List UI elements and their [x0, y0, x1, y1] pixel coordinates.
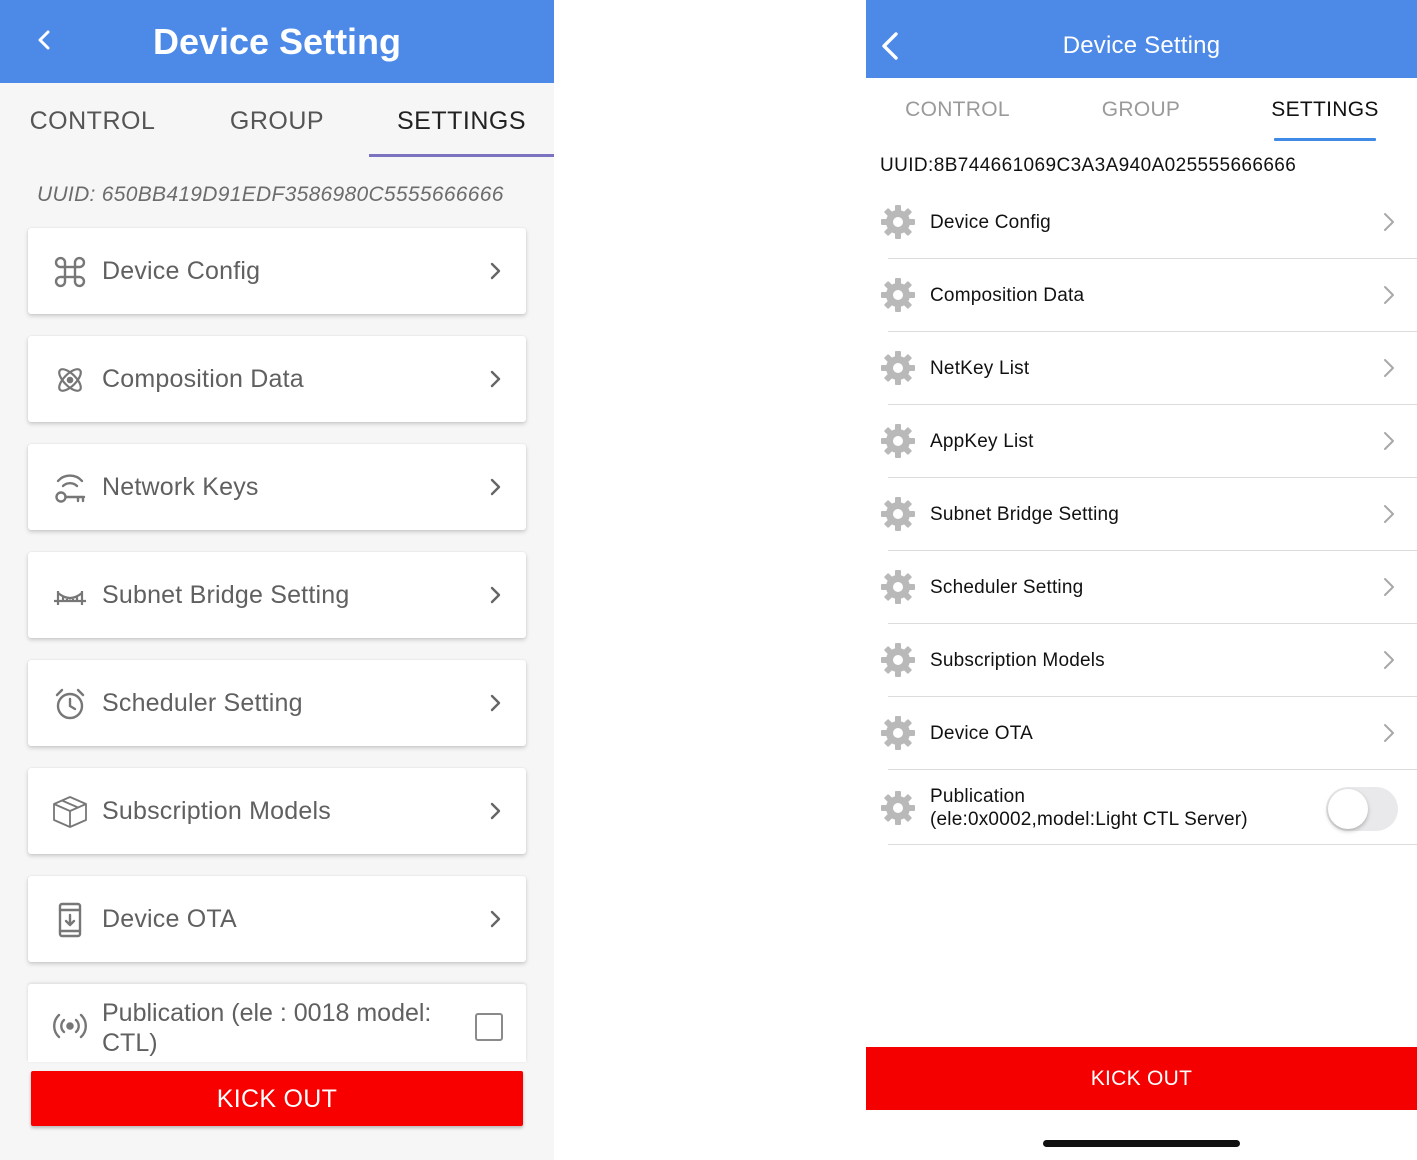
kick-out-button[interactable]: KICK OUT — [31, 1071, 523, 1126]
chevron-right-icon — [1384, 578, 1394, 596]
chevron-right-icon — [1384, 724, 1394, 742]
active-tab-indicator — [1274, 138, 1376, 141]
chevron-right-icon — [1384, 651, 1394, 669]
composition-data-item[interactable]: Composition Data — [866, 259, 1417, 332]
device-config-item[interactable]: Device Config — [866, 186, 1417, 259]
item-label: Scheduler Setting — [930, 577, 1084, 598]
item-label: Composition Data — [930, 285, 1085, 306]
kick-out-button[interactable]: KICK OUT — [866, 1047, 1417, 1110]
page-title: Device Setting — [152, 21, 402, 62]
subscription-models-item[interactable]: Subscription Models — [28, 768, 526, 854]
tab-settings[interactable]: SETTINGS — [369, 83, 554, 157]
item-label: Subnet Bridge Setting — [930, 504, 1120, 525]
active-tab-indicator — [369, 154, 554, 157]
chevron-left-icon — [882, 32, 898, 60]
item-label: Device Config — [930, 212, 1051, 233]
chevron-right-icon — [1384, 432, 1394, 450]
publication-item[interactable]: Publication (ele : 0018 model: CTL) — [28, 984, 526, 1062]
device-ota-item[interactable]: Device OTA — [866, 697, 1417, 770]
toggle-knob — [1328, 789, 1368, 829]
gear-icon — [881, 205, 915, 239]
app-bar: Device Setting — [0, 0, 554, 83]
row-divider — [888, 844, 1417, 845]
gear-icon — [881, 278, 915, 312]
chevron-right-icon — [490, 262, 501, 280]
publication-label: Publication (ele:0x0002,model:Light CTL … — [930, 785, 1248, 831]
item-label: Device OTA — [102, 905, 237, 933]
home-indicator[interactable] — [1043, 1140, 1240, 1147]
network-keys-item[interactable]: Network Keys — [28, 444, 526, 530]
publication-item: Publication (ele:0x0002,model:Light CTL … — [866, 771, 1417, 845]
alarm-clock-icon — [50, 684, 90, 724]
appkey-list-item[interactable]: AppKey List — [866, 405, 1417, 478]
scheduler-setting-item[interactable]: Scheduler Setting — [866, 551, 1417, 624]
subnet-bridge-setting-item[interactable]: Subnet Bridge Setting — [866, 478, 1417, 551]
wifi-key-icon — [50, 468, 90, 508]
gear-icon — [881, 570, 915, 604]
gear-icon — [881, 351, 915, 385]
nav-bar: Device Setting — [866, 0, 1417, 78]
device-ota-item[interactable]: Device OTA — [28, 876, 526, 962]
command-key-icon — [50, 252, 90, 292]
gear-icon — [881, 424, 915, 458]
composition-data-item[interactable]: Composition Data — [28, 336, 526, 422]
chevron-right-icon — [490, 478, 501, 496]
gear-icon — [881, 716, 915, 750]
tab-bar: CONTROL GROUP SETTINGS — [0, 83, 554, 157]
gear-icon — [881, 791, 915, 825]
publication-label: Publication (ele : 0018 model: CTL) — [102, 999, 432, 1057]
device-config-item[interactable]: Device Config — [28, 228, 526, 314]
atom-icon — [50, 360, 90, 400]
page-title: Device Setting — [1062, 32, 1221, 59]
subscription-models-item[interactable]: Subscription Models — [866, 624, 1417, 697]
chevron-right-icon — [1384, 286, 1394, 304]
back-button[interactable] — [28, 22, 60, 58]
item-label: Network Keys — [102, 473, 259, 501]
chevron-right-icon — [490, 694, 501, 712]
tab-settings[interactable]: SETTINGS — [1233, 92, 1417, 128]
chevron-right-icon — [490, 802, 501, 820]
tab-group[interactable]: GROUP — [185, 83, 369, 157]
broadcast-icon — [50, 1006, 90, 1046]
publication-title: Publication — [930, 786, 1026, 807]
subnet-bridge-setting-item[interactable]: Subnet Bridge Setting — [28, 552, 526, 638]
chevron-right-icon — [1384, 359, 1394, 377]
item-label: Subscription Models — [102, 797, 331, 825]
bridge-icon — [50, 576, 90, 616]
row-divider — [888, 769, 1417, 770]
publication-toggle[interactable] — [1326, 787, 1398, 831]
phone-download-icon — [50, 900, 90, 940]
publication-checkbox[interactable] — [475, 1013, 503, 1041]
tab-group[interactable]: GROUP — [1049, 92, 1233, 128]
item-label: Scheduler Setting — [102, 689, 303, 717]
item-label: Subscription Models — [930, 650, 1105, 671]
gear-icon — [881, 643, 915, 677]
chevron-left-icon — [38, 30, 50, 50]
cube-icon — [50, 792, 90, 832]
uuid-text: UUID: 650BB419D91EDF3586980C5555666666 — [37, 183, 504, 206]
ios-screen: Device Setting CONTROL GROUP SETTINGS UU… — [866, 0, 1417, 1160]
chevron-right-icon — [1384, 213, 1394, 231]
item-label: Subnet Bridge Setting — [102, 581, 350, 609]
chevron-right-icon — [1384, 505, 1394, 523]
item-label: Device Config — [102, 257, 261, 285]
chevron-right-icon — [490, 370, 501, 388]
item-label: NetKey List — [930, 358, 1030, 379]
gear-icon — [881, 497, 915, 531]
netkey-list-item[interactable]: NetKey List — [866, 332, 1417, 405]
chevron-right-icon — [490, 586, 501, 604]
item-label: Device OTA — [930, 723, 1034, 744]
item-label: AppKey List — [930, 431, 1034, 452]
back-button[interactable] — [876, 28, 906, 64]
tab-control[interactable]: CONTROL — [866, 92, 1049, 128]
publication-detail: (ele:0x0002,model:Light CTL Server) — [930, 809, 1248, 830]
chevron-right-icon — [490, 910, 501, 928]
item-label: Composition Data — [102, 365, 304, 393]
uuid-text: UUID:8B744661069C3A3A940A025555666666 — [880, 155, 1297, 176]
scheduler-setting-item[interactable]: Scheduler Setting — [28, 660, 526, 746]
tab-control[interactable]: CONTROL — [0, 83, 185, 157]
android-screen: Device Setting CONTROL GROUP SETTINGS UU… — [0, 0, 554, 1160]
